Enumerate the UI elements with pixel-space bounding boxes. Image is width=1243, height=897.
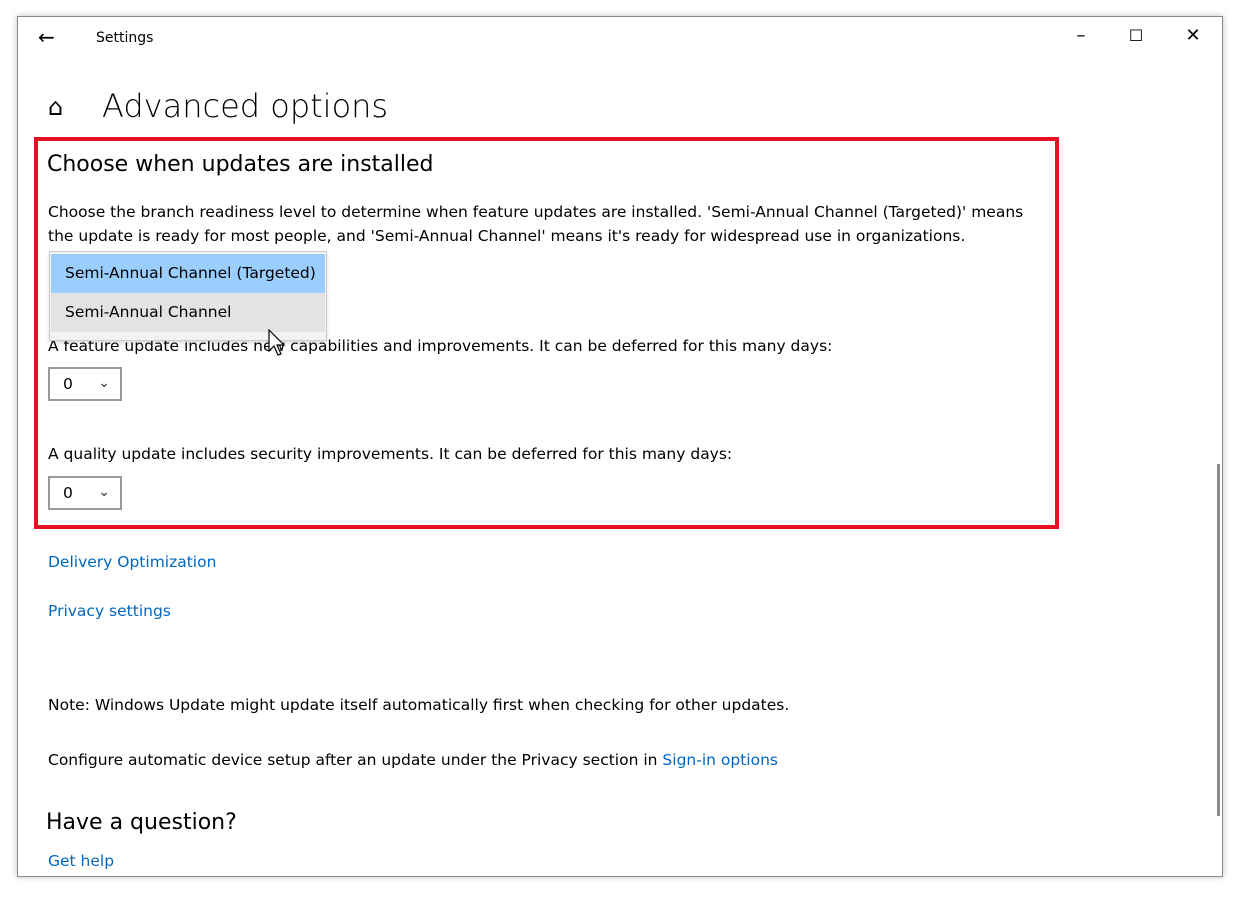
sign-in-options-link[interactable]: Sign-in options: [662, 751, 778, 769]
page-title: Advanced options: [102, 87, 389, 125]
close-icon[interactable]: ✕: [1178, 25, 1208, 46]
question-heading: Have a question?: [46, 810, 237, 835]
delivery-optimization-link[interactable]: Delivery Optimization: [48, 553, 216, 571]
scrollbar[interactable]: [1217, 464, 1220, 816]
back-arrow-icon[interactable]: ←: [38, 25, 55, 49]
section-heading: Choose when updates are installed: [47, 152, 434, 177]
feature-defer-dropdown[interactable]: 0 ⌄: [48, 367, 122, 401]
feature-defer-value: 0: [63, 375, 73, 393]
window-title: Settings: [96, 30, 154, 46]
maximize-icon[interactable]: ☐: [1121, 26, 1151, 45]
branch-option-targeted[interactable]: Semi-Annual Channel (Targeted): [51, 254, 325, 293]
note-text: Note: Windows Update might update itself…: [48, 696, 790, 714]
chevron-down-icon: ⌄: [98, 484, 110, 500]
configure-text-body: Configure automatic device setup after a…: [48, 751, 663, 769]
configure-text: Configure automatic device setup after a…: [48, 748, 778, 772]
mouse-cursor-icon: [268, 329, 286, 356]
quality-defer-value: 0: [63, 484, 73, 502]
minimize-icon[interactable]: –: [1066, 25, 1096, 46]
home-icon[interactable]: ⌂: [48, 93, 63, 121]
chevron-down-icon: ⌄: [98, 375, 110, 391]
privacy-settings-link[interactable]: Privacy settings: [48, 602, 171, 620]
section-description: Choose the branch readiness level to det…: [48, 203, 1024, 245]
branch-dropdown-menu: Semi-Annual Channel (Targeted) Semi-Annu…: [49, 251, 327, 341]
quality-update-label: A quality update includes security impro…: [48, 445, 733, 463]
branch-option-semi-annual[interactable]: Semi-Annual Channel: [51, 293, 325, 332]
settings-window: ← Settings – ☐ ✕ ⌂ Advanced options Choo…: [17, 16, 1223, 877]
quality-defer-dropdown[interactable]: 0 ⌄: [48, 476, 122, 510]
get-help-link[interactable]: Get help: [48, 852, 114, 870]
